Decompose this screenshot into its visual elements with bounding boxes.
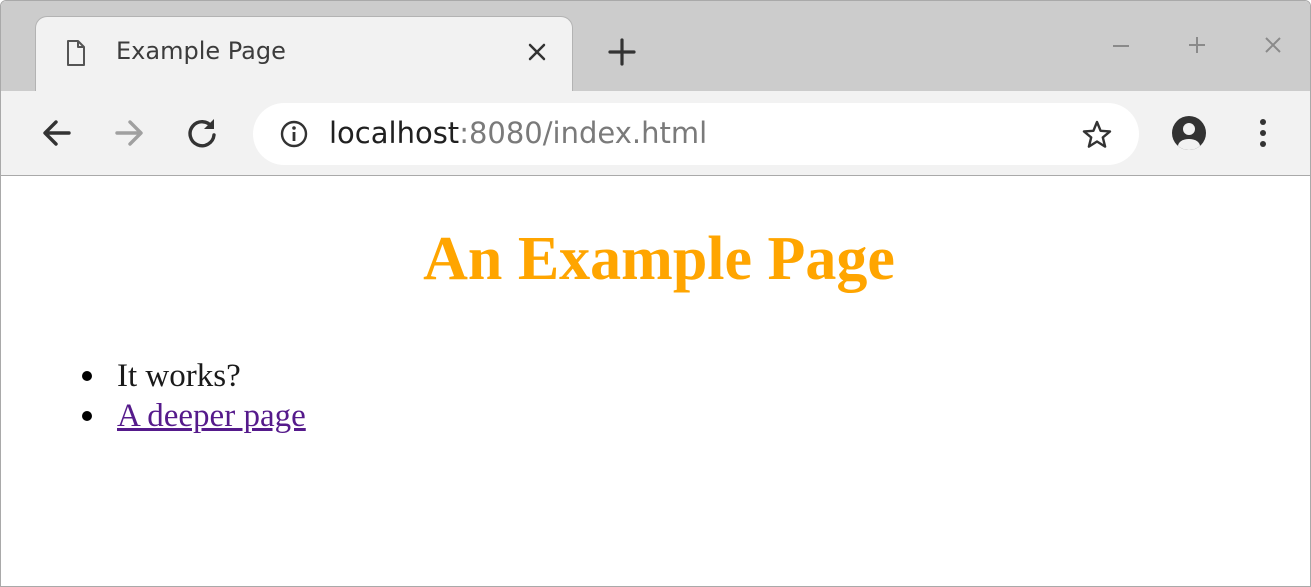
reload-button[interactable] xyxy=(184,115,220,151)
back-button[interactable] xyxy=(39,115,75,151)
list-item-text: It works? xyxy=(117,358,241,394)
reload-icon xyxy=(188,119,216,148)
address-bar[interactable]: localhost:8080/index.html xyxy=(253,103,1139,165)
page-icon xyxy=(66,39,86,67)
close-window-icon[interactable] xyxy=(1261,33,1285,57)
kebab-menu-icon xyxy=(1260,119,1266,147)
minimize-icon[interactable] xyxy=(1109,33,1133,57)
deeper-page-link[interactable]: A deeper page xyxy=(117,398,306,434)
star-icon[interactable] xyxy=(1081,119,1113,151)
tab-strip: Example Page xyxy=(1,1,1310,91)
url-path: :8080/index.html xyxy=(459,116,708,150)
bullet xyxy=(82,371,92,381)
bullet xyxy=(82,411,92,421)
browser-window: Example Page localhost:8080/index.html A… xyxy=(0,0,1311,587)
list-item[interactable]: A deeper page xyxy=(78,396,306,436)
info-icon[interactable] xyxy=(279,119,309,149)
page-content: An Example Page It works? A deeper page xyxy=(1,176,1310,586)
tab-example-page[interactable]: Example Page xyxy=(35,16,573,91)
maximize-icon[interactable] xyxy=(1185,33,1209,57)
forward-button[interactable] xyxy=(111,115,147,151)
url-text[interactable]: localhost:8080/index.html xyxy=(329,116,707,150)
account-icon xyxy=(1172,116,1206,150)
list-item: It works? xyxy=(78,356,306,396)
browser-toolbar: localhost:8080/index.html xyxy=(1,91,1310,176)
menu-button[interactable] xyxy=(1245,115,1281,151)
tab-title: Example Page xyxy=(116,37,286,65)
page-title: An Example Page xyxy=(423,225,895,293)
profile-button[interactable] xyxy=(1171,115,1207,151)
url-host: localhost xyxy=(329,116,460,150)
content-list: It works? A deeper page xyxy=(78,356,306,436)
new-tab-button[interactable] xyxy=(607,37,637,67)
close-tab-icon[interactable] xyxy=(526,41,548,63)
arrow-right-icon xyxy=(115,120,143,146)
arrow-left-icon xyxy=(43,120,71,146)
